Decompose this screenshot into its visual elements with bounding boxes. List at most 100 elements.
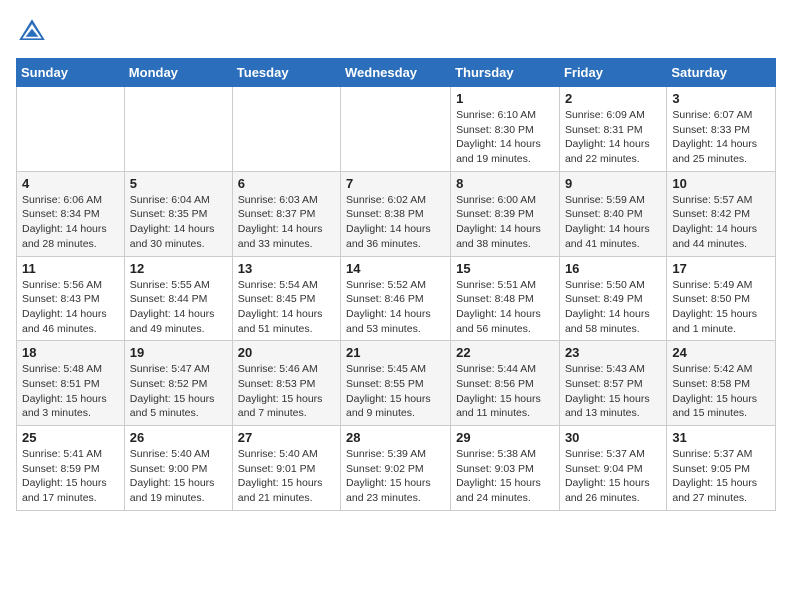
day-info: Sunrise: 5:48 AM Sunset: 8:51 PM Dayligh… [22,362,119,421]
calendar-header-friday: Friday [559,59,666,87]
calendar-table: SundayMondayTuesdayWednesdayThursdayFrid… [16,58,776,511]
day-info: Sunrise: 5:37 AM Sunset: 9:04 PM Dayligh… [565,447,661,506]
calendar-cell: 30 Sunrise: 5:37 AM Sunset: 9:04 PM Dayli… [559,426,666,511]
calendar-cell: 6 Sunrise: 6:03 AM Sunset: 8:37 PM Daylig… [232,171,340,256]
calendar-week-row: 4Sunrise: 6:06 AM Sunset: 8:34 PM Daylig… [17,171,776,256]
day-info: Sunrise: 6:02 AM Sunset: 8:38 PM Dayligh… [346,193,445,252]
calendar-week-row: 11Sunrise: 5:56 AM Sunset: 8:43 PM Dayli… [17,256,776,341]
day-info: Sunrise: 5:50 AM Sunset: 8:49 PM Dayligh… [565,278,661,337]
day-number: 7 [346,176,445,191]
calendar-cell: 20 Sunrise: 5:46 AM Sunset: 8:53 PM Dayli… [232,341,340,426]
day-info: Sunrise: 5:38 AM Sunset: 9:03 PM Dayligh… [456,447,554,506]
calendar-cell: 2Sunrise: 6:09 AM Sunset: 8:31 PM Daylig… [559,87,666,172]
calendar-cell: 29 Sunrise: 5:38 AM Sunset: 9:03 PM Dayli… [451,426,560,511]
calendar-cell: 5 Sunrise: 6:04 AM Sunset: 8:35 PM Daylig… [124,171,232,256]
day-info: Sunrise: 5:43 AM Sunset: 8:57 PM Dayligh… [565,362,661,421]
logo-icon [16,16,48,48]
day-info: Sunrise: 5:39 AM Sunset: 9:02 PM Dayligh… [346,447,445,506]
day-number: 25 [22,430,119,445]
day-info: Sunrise: 5:42 AM Sunset: 8:58 PM Dayligh… [672,362,770,421]
day-number: 11 [22,261,119,276]
calendar-cell: 25 Sunrise: 5:41 AM Sunset: 8:59 PM Dayli… [17,426,125,511]
day-info: Sunrise: 5:40 AM Sunset: 9:00 PM Dayligh… [130,447,227,506]
day-number: 22 [456,345,554,360]
calendar-cell: 16 Sunrise: 5:50 AM Sunset: 8:49 PM Dayli… [559,256,666,341]
calendar-cell: 26 Sunrise: 5:40 AM Sunset: 9:00 PM Dayli… [124,426,232,511]
calendar-cell: 9 Sunrise: 5:59 AM Sunset: 8:40 PM Daylig… [559,171,666,256]
day-number: 23 [565,345,661,360]
day-info: Sunrise: 5:47 AM Sunset: 8:52 PM Dayligh… [130,362,227,421]
calendar-cell: 4Sunrise: 6:06 AM Sunset: 8:34 PM Daylig… [17,171,125,256]
day-number: 30 [565,430,661,445]
day-info: Sunrise: 5:49 AM Sunset: 8:50 PM Dayligh… [672,278,770,337]
day-number: 18 [22,345,119,360]
day-number: 26 [130,430,227,445]
day-number: 9 [565,176,661,191]
calendar-cell: 23 Sunrise: 5:43 AM Sunset: 8:57 PM Dayli… [559,341,666,426]
day-info: Sunrise: 5:41 AM Sunset: 8:59 PM Dayligh… [22,447,119,506]
calendar-cell: 24 Sunrise: 5:42 AM Sunset: 8:58 PM Dayli… [667,341,776,426]
day-info: Sunrise: 6:00 AM Sunset: 8:39 PM Dayligh… [456,193,554,252]
day-info: Sunrise: 6:07 AM Sunset: 8:33 PM Dayligh… [672,108,770,167]
calendar-cell: 18 Sunrise: 5:48 AM Sunset: 8:51 PM Dayli… [17,341,125,426]
calendar-week-row: 25 Sunrise: 5:41 AM Sunset: 8:59 PM Dayli… [17,426,776,511]
calendar-cell: 15Sunrise: 5:51 AM Sunset: 8:48 PM Dayli… [451,256,560,341]
day-number: 14 [346,261,445,276]
day-info: Sunrise: 5:45 AM Sunset: 8:55 PM Dayligh… [346,362,445,421]
calendar-header-sunday: Sunday [17,59,125,87]
calendar-header-saturday: Saturday [667,59,776,87]
logo [16,16,52,48]
day-info: Sunrise: 6:04 AM Sunset: 8:35 PM Dayligh… [130,193,227,252]
day-number: 21 [346,345,445,360]
calendar-cell: 13 Sunrise: 5:54 AM Sunset: 8:45 PM Dayli… [232,256,340,341]
calendar-cell: 7 Sunrise: 6:02 AM Sunset: 8:38 PM Daylig… [341,171,451,256]
day-info: Sunrise: 6:03 AM Sunset: 8:37 PM Dayligh… [238,193,335,252]
calendar-cell: 10Sunrise: 5:57 AM Sunset: 8:42 PM Dayli… [667,171,776,256]
calendar-cell: 14Sunrise: 5:52 AM Sunset: 8:46 PM Dayli… [341,256,451,341]
calendar-header-monday: Monday [124,59,232,87]
day-number: 24 [672,345,770,360]
day-number: 16 [565,261,661,276]
calendar-cell [124,87,232,172]
day-number: 6 [238,176,335,191]
day-number: 3 [672,91,770,106]
day-info: Sunrise: 5:54 AM Sunset: 8:45 PM Dayligh… [238,278,335,337]
calendar-cell: 21 Sunrise: 5:45 AM Sunset: 8:55 PM Dayli… [341,341,451,426]
calendar-cell: 12Sunrise: 5:55 AM Sunset: 8:44 PM Dayli… [124,256,232,341]
calendar-header-tuesday: Tuesday [232,59,340,87]
calendar-header-row: SundayMondayTuesdayWednesdayThursdayFrid… [17,59,776,87]
calendar-cell: 17Sunrise: 5:49 AM Sunset: 8:50 PM Dayli… [667,256,776,341]
day-info: Sunrise: 5:40 AM Sunset: 9:01 PM Dayligh… [238,447,335,506]
calendar-week-row: 1Sunrise: 6:10 AM Sunset: 8:30 PM Daylig… [17,87,776,172]
calendar-header-wednesday: Wednesday [341,59,451,87]
calendar-cell [17,87,125,172]
calendar-cell: 22 Sunrise: 5:44 AM Sunset: 8:56 PM Dayli… [451,341,560,426]
day-info: Sunrise: 5:46 AM Sunset: 8:53 PM Dayligh… [238,362,335,421]
calendar-header-thursday: Thursday [451,59,560,87]
calendar-cell: 11Sunrise: 5:56 AM Sunset: 8:43 PM Dayli… [17,256,125,341]
day-info: Sunrise: 6:06 AM Sunset: 8:34 PM Dayligh… [22,193,119,252]
day-number: 28 [346,430,445,445]
day-number: 2 [565,91,661,106]
calendar-cell: 19Sunrise: 5:47 AM Sunset: 8:52 PM Dayli… [124,341,232,426]
calendar-cell: 1Sunrise: 6:10 AM Sunset: 8:30 PM Daylig… [451,87,560,172]
day-number: 5 [130,176,227,191]
day-info: Sunrise: 5:44 AM Sunset: 8:56 PM Dayligh… [456,362,554,421]
calendar-cell [341,87,451,172]
day-number: 13 [238,261,335,276]
calendar-cell: 27Sunrise: 5:40 AM Sunset: 9:01 PM Dayli… [232,426,340,511]
day-number: 20 [238,345,335,360]
day-number: 1 [456,91,554,106]
day-info: Sunrise: 5:59 AM Sunset: 8:40 PM Dayligh… [565,193,661,252]
calendar-cell: 28 Sunrise: 5:39 AM Sunset: 9:02 PM Dayli… [341,426,451,511]
calendar-cell: 8Sunrise: 6:00 AM Sunset: 8:39 PM Daylig… [451,171,560,256]
day-number: 29 [456,430,554,445]
calendar-cell: 31 Sunrise: 5:37 AM Sunset: 9:05 PM Dayli… [667,426,776,511]
day-info: Sunrise: 5:51 AM Sunset: 8:48 PM Dayligh… [456,278,554,337]
calendar-cell: 3 Sunrise: 6:07 AM Sunset: 8:33 PM Daylig… [667,87,776,172]
day-number: 31 [672,430,770,445]
calendar-week-row: 18 Sunrise: 5:48 AM Sunset: 8:51 PM Dayli… [17,341,776,426]
day-number: 10 [672,176,770,191]
day-info: Sunrise: 5:37 AM Sunset: 9:05 PM Dayligh… [672,447,770,506]
day-info: Sunrise: 5:55 AM Sunset: 8:44 PM Dayligh… [130,278,227,337]
